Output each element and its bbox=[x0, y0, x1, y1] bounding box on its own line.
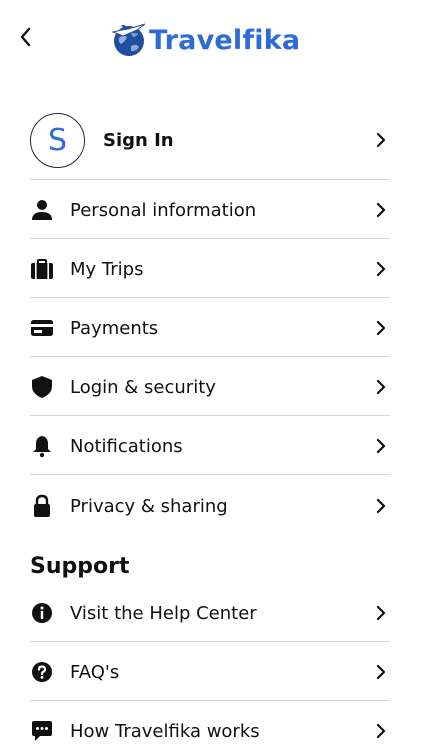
menu-item-my-trips[interactable]: My Trips bbox=[30, 240, 390, 298]
chevron-right-icon bbox=[376, 261, 386, 277]
menu-item-label: Visit the Help Center bbox=[70, 602, 257, 624]
lock-icon bbox=[30, 494, 54, 518]
menu-item-personal-information[interactable]: Personal information bbox=[30, 181, 390, 239]
menu-item-label: How Travelfika works bbox=[70, 720, 260, 742]
divider bbox=[30, 297, 390, 298]
chevron-right-icon bbox=[376, 498, 386, 514]
menu-item-label: FAQ's bbox=[70, 661, 120, 683]
credit-card-icon bbox=[30, 316, 54, 340]
suitcase-icon bbox=[30, 257, 54, 281]
shield-icon bbox=[30, 375, 54, 399]
divider bbox=[30, 238, 390, 239]
back-button[interactable] bbox=[14, 24, 38, 50]
chevron-right-icon bbox=[376, 605, 386, 621]
support-section-title: Support bbox=[30, 554, 130, 579]
chevron-left-icon bbox=[20, 27, 31, 47]
chevron-right-icon bbox=[376, 320, 386, 336]
bell-icon bbox=[30, 434, 54, 458]
menu-item-label: Login & security bbox=[70, 376, 216, 398]
divider bbox=[30, 700, 390, 701]
menu-item-privacy-sharing[interactable]: Privacy & sharing bbox=[30, 477, 390, 535]
brand-logo: Travelfika bbox=[111, 20, 300, 60]
divider bbox=[30, 356, 390, 357]
menu-item-notifications[interactable]: Notifications bbox=[30, 417, 390, 475]
chevron-right-icon bbox=[376, 438, 386, 454]
menu-item-label: Personal information bbox=[70, 199, 257, 221]
app-header: Travelfika bbox=[0, 0, 422, 80]
avatar: S bbox=[30, 112, 85, 168]
brand-name: Travelfika bbox=[149, 24, 301, 56]
menu-item-label: Privacy & sharing bbox=[70, 495, 228, 517]
chevron-right-icon bbox=[376, 723, 386, 739]
question-icon bbox=[30, 660, 54, 684]
sign-in-label: Sign In bbox=[103, 129, 174, 151]
chevron-right-icon bbox=[376, 379, 386, 395]
globe-plane-logo-icon bbox=[111, 23, 146, 56]
menu-item-payments[interactable]: Payments bbox=[30, 299, 390, 357]
divider bbox=[30, 179, 390, 180]
info-icon bbox=[30, 601, 54, 625]
chevron-right-icon bbox=[376, 664, 386, 680]
person-icon bbox=[30, 198, 54, 222]
divider bbox=[30, 415, 390, 416]
menu-item-login-security[interactable]: Login & security bbox=[30, 358, 390, 416]
avatar-initial: S bbox=[47, 122, 68, 158]
sign-in-row[interactable]: S Sign In bbox=[30, 101, 390, 179]
chat-icon bbox=[30, 719, 54, 743]
divider bbox=[30, 641, 390, 642]
menu-item-label: Notifications bbox=[70, 435, 183, 457]
menu-item-label: Payments bbox=[70, 317, 159, 339]
chevron-right-icon bbox=[376, 202, 386, 218]
chevron-right-icon bbox=[376, 132, 386, 148]
menu-item-faqs[interactable]: FAQ's bbox=[30, 643, 390, 701]
divider bbox=[30, 474, 390, 475]
menu-item-help-center[interactable]: Visit the Help Center bbox=[30, 584, 390, 642]
menu-item-label: My Trips bbox=[70, 258, 144, 280]
menu-item-how-it-works[interactable]: How Travelfika works bbox=[30, 702, 390, 750]
